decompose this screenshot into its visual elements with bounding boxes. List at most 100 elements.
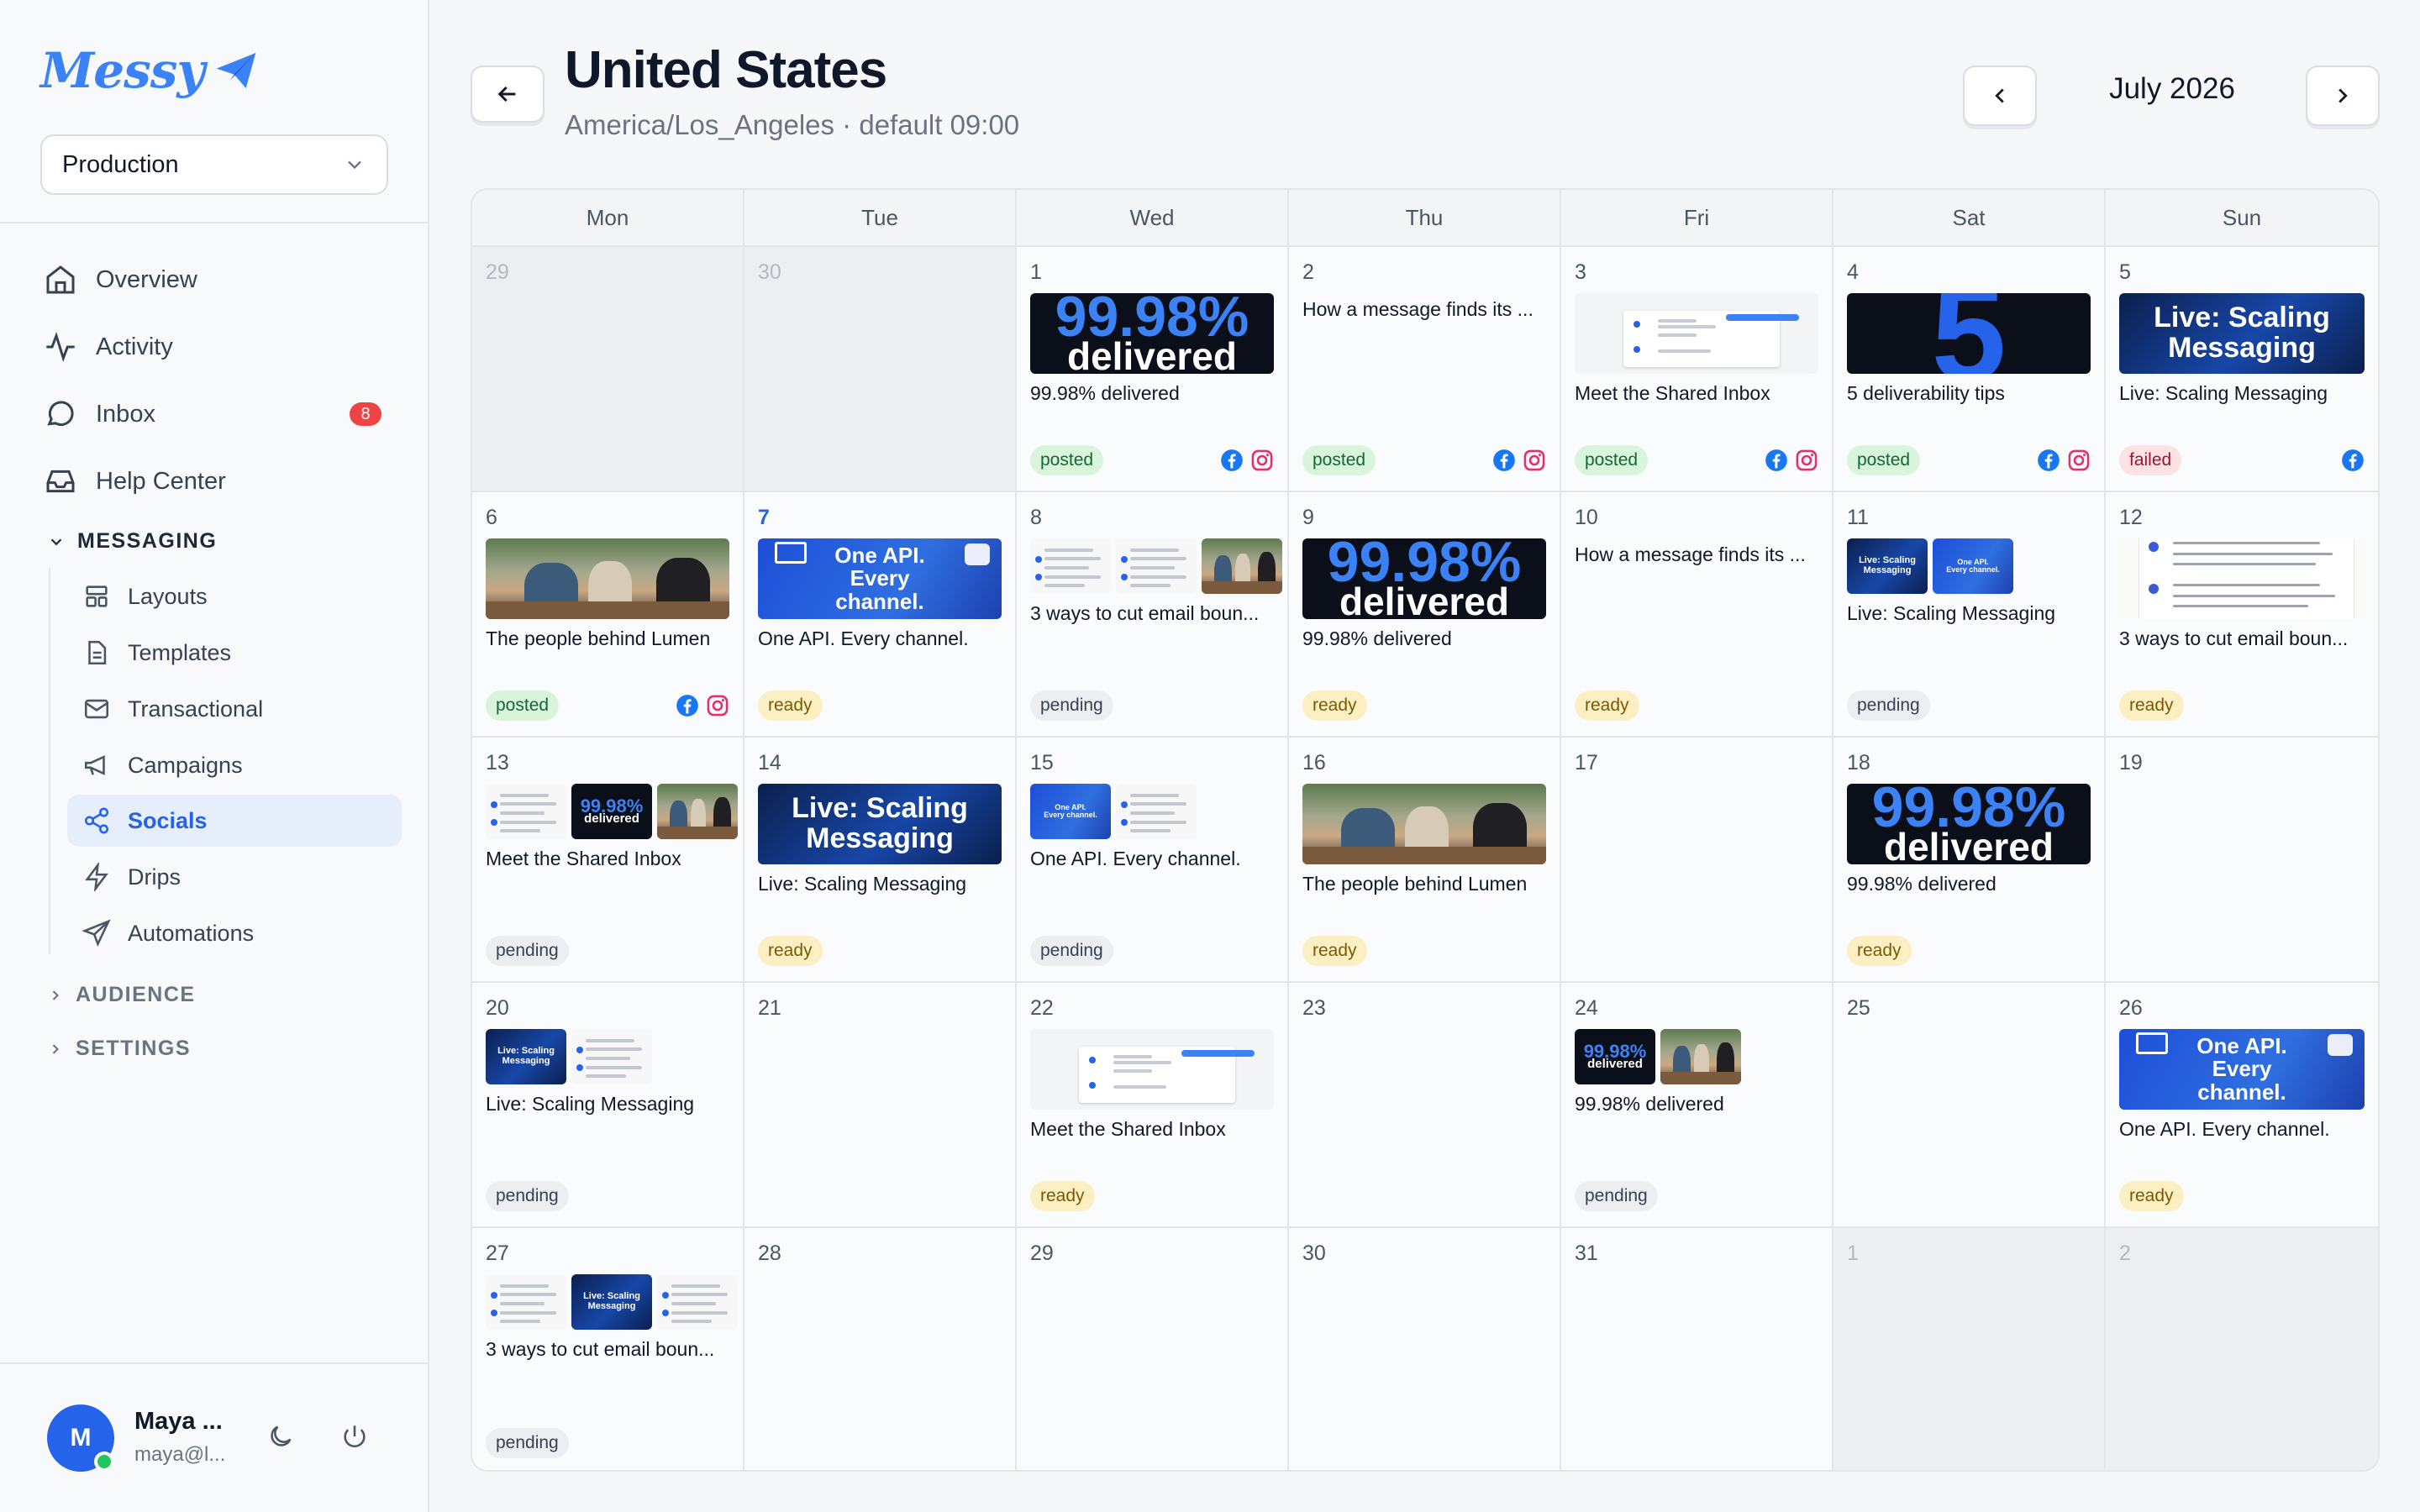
calendar-day-cell[interactable]: 1 <box>1833 1228 2106 1470</box>
sidebar-item-overview[interactable]: Overview <box>44 255 197 305</box>
post-title[interactable]: Live: Scaling Messaging <box>758 873 1002 895</box>
post-title[interactable]: 99.98% delivered <box>1575 1093 1818 1116</box>
calendar-day-cell[interactable]: 10 How a message finds its ... ready <box>1561 492 1833 738</box>
post-thumbnail[interactable] <box>486 784 566 839</box>
sidebar-item-campaigns[interactable]: Campaigns <box>67 739 402 791</box>
calendar-day-cell[interactable]: 19 <box>2106 738 2378 983</box>
sidebar-item-inbox[interactable]: Inbox <box>44 389 155 439</box>
sidebar-item-drips[interactable]: Drips <box>67 851 402 903</box>
post-title[interactable]: 5 deliverability tips <box>1847 382 2091 405</box>
post-thumbnail[interactable] <box>486 538 729 619</box>
post-title[interactable]: 3 ways to cut email boun... <box>486 1338 729 1361</box>
calendar-day-cell[interactable]: 2 How a message finds its ... posted <box>1289 247 1561 492</box>
sidebar-item-templates[interactable]: Templates <box>67 627 402 679</box>
calendar-day-cell[interactable]: 14 Live: Scaling Messaging Live: Scaling M… <box>744 738 1017 983</box>
sidebar-item-activity[interactable]: Activity <box>44 322 173 372</box>
post-thumbnail[interactable]: One API. Every channel. <box>2119 1029 2365 1110</box>
environment-select[interactable]: Production <box>40 134 388 195</box>
post-thumbnail[interactable]: Live: Scaling Messaging <box>571 1274 652 1330</box>
sidebar-item-layouts[interactable]: Layouts <box>67 570 402 622</box>
calendar-day-cell[interactable]: 24 99.98% delivered 99.98% delivered pending <box>1561 983 1833 1228</box>
post-title[interactable]: One API. Every channel. <box>1030 848 1274 870</box>
post-title[interactable]: 99.98% delivered <box>1302 627 1546 650</box>
calendar-day-cell[interactable]: 31 <box>1561 1228 1833 1470</box>
post-title[interactable]: Meet the Shared Inbox <box>1575 382 1818 405</box>
calendar-day-cell[interactable]: 5 Live: Scaling Messaging Live: Scaling Me… <box>2106 247 2378 492</box>
post-thumbnail[interactable]: Live: Scaling Messaging <box>2119 293 2365 374</box>
post-title[interactable]: 3 ways to cut email boun... <box>1030 602 1274 625</box>
back-button[interactable] <box>471 66 544 123</box>
post-title[interactable]: 3 ways to cut email boun... <box>2119 627 2365 650</box>
calendar-day-cell[interactable]: 17 <box>1561 738 1833 983</box>
post-title[interactable]: How a message finds its ... <box>1575 543 1818 566</box>
post-thumbnail[interactable] <box>1030 538 1111 594</box>
post-thumbnail[interactable] <box>1116 784 1197 839</box>
calendar-day-cell[interactable]: 16 The people behind Lumen ready <box>1289 738 1561 983</box>
post-thumbnail[interactable]: 99.98% delivered <box>1575 1029 1655 1084</box>
post-thumbnail[interactable]: 99.98% delivered <box>1847 784 2091 864</box>
calendar-day-cell[interactable]: 30 <box>1289 1228 1561 1470</box>
logo[interactable]: Messy <box>40 42 260 99</box>
sidebar-item-help-center[interactable]: Help Center <box>44 456 226 507</box>
calendar-day-cell[interactable]: 15 One API. Every channel. One API. Every … <box>1017 738 1289 983</box>
calendar-day-cell[interactable]: 29 <box>1017 1228 1289 1470</box>
post-thumbnail[interactable] <box>1202 538 1282 594</box>
post-title[interactable]: The people behind Lumen <box>486 627 729 650</box>
calendar-day-cell[interactable]: 23 <box>1289 983 1561 1228</box>
post-title[interactable]: One API. Every channel. <box>758 627 1002 650</box>
post-thumbnail[interactable] <box>657 1274 738 1330</box>
post-thumbnail[interactable]: Live: Scaling Messaging <box>486 1029 566 1084</box>
post-thumbnail[interactable]: One API. Every channel. <box>1030 784 1111 839</box>
calendar-day-cell[interactable]: 13 99.98% delivered Meet the Shared Inbox pe… <box>472 738 744 983</box>
calendar-day-cell[interactable]: 4 5 5 deliverability tips posted <box>1833 247 2106 492</box>
calendar-day-cell[interactable]: 7 One API. Every channel. One API. Every c… <box>744 492 1017 738</box>
calendar-day-cell[interactable]: 2 <box>2106 1228 2378 1470</box>
post-thumbnail[interactable]: One API. Every channel. <box>758 538 1002 619</box>
messaging-section-toggle[interactable]: MESSAGING <box>47 529 217 554</box>
calendar-day-cell[interactable]: 18 99.98% delivered 99.98% delivered ready <box>1833 738 2106 983</box>
post-thumbnail[interactable] <box>1030 1029 1274 1110</box>
calendar-day-cell[interactable]: 12 3 ways to cut email boun... ready <box>2106 492 2378 738</box>
audience-section-toggle[interactable]: AUDIENCE <box>47 983 196 1007</box>
sidebar-item-transactional[interactable]: Transactional <box>67 683 402 735</box>
calendar-day-cell[interactable]: 9 99.98% delivered 99.98% delivered ready <box>1289 492 1561 738</box>
calendar-day-cell[interactable]: 29 <box>472 247 744 492</box>
post-thumbnail[interactable]: 99.98% delivered <box>571 784 652 839</box>
calendar-day-cell[interactable]: 22 Meet the Shared Inbox ready <box>1017 983 1289 1228</box>
calendar-day-cell[interactable]: 3 Meet the Shared Inbox posted <box>1561 247 1833 492</box>
calendar-day-cell[interactable]: 11 Live: Scaling Messaging One API. Every … <box>1833 492 2106 738</box>
post-title[interactable]: The people behind Lumen <box>1302 873 1546 895</box>
calendar-day-cell[interactable]: 27 Live: Scaling Messaging 3 ways to cut e… <box>472 1228 744 1470</box>
previous-month-button[interactable] <box>1963 66 2037 126</box>
post-thumbnail[interactable] <box>486 1274 566 1330</box>
post-title[interactable]: Live: Scaling Messaging <box>1847 602 2091 625</box>
calendar-day-cell[interactable]: 1 99.98% delivered 99.98% delivered posted <box>1017 247 1289 492</box>
calendar-day-cell[interactable]: 25 <box>1833 983 2106 1228</box>
calendar-day-cell[interactable]: 30 <box>744 247 1017 492</box>
post-thumbnail[interactable] <box>1575 293 1818 374</box>
post-thumbnail[interactable]: Live: Scaling Messaging <box>758 784 1002 864</box>
calendar-day-cell[interactable]: 6 The people behind Lumen posted <box>472 492 744 738</box>
calendar-day-cell[interactable]: 20 Live: Scaling Messaging Live: Scaling M… <box>472 983 744 1228</box>
post-thumbnail[interactable]: 99.98% delivered <box>1030 293 1274 374</box>
calendar-day-cell[interactable]: 21 <box>744 983 1017 1228</box>
post-title[interactable]: 99.98% delivered <box>1847 873 2091 895</box>
post-thumbnail[interactable]: One API. Every channel. <box>1933 538 2013 594</box>
post-thumbnail[interactable]: 5 <box>1847 293 2091 374</box>
post-title[interactable]: Live: Scaling Messaging <box>486 1093 729 1116</box>
post-thumbnail[interactable] <box>1660 1029 1741 1084</box>
post-title[interactable]: How a message finds its ... <box>1302 298 1546 321</box>
settings-section-toggle[interactable]: SETTINGS <box>47 1037 191 1061</box>
post-thumbnail[interactable] <box>657 784 738 839</box>
sidebar-item-automations[interactable]: Automations <box>67 907 402 959</box>
post-title[interactable]: One API. Every channel. <box>2119 1118 2365 1141</box>
calendar-day-cell[interactable]: 26 One API. Every channel. One API. Every … <box>2106 983 2378 1228</box>
calendar-day-cell[interactable]: 28 <box>744 1228 1017 1470</box>
post-thumbnail[interactable]: 99.98% delivered <box>1302 538 1546 619</box>
post-thumbnail[interactable] <box>571 1029 652 1084</box>
post-title[interactable]: Live: Scaling Messaging <box>2119 382 2365 405</box>
post-thumbnail[interactable] <box>1116 538 1197 594</box>
sidebar-item-socials[interactable]: Socials <box>67 795 402 847</box>
post-title[interactable]: 99.98% delivered <box>1030 382 1274 405</box>
next-month-button[interactable] <box>2306 66 2380 126</box>
